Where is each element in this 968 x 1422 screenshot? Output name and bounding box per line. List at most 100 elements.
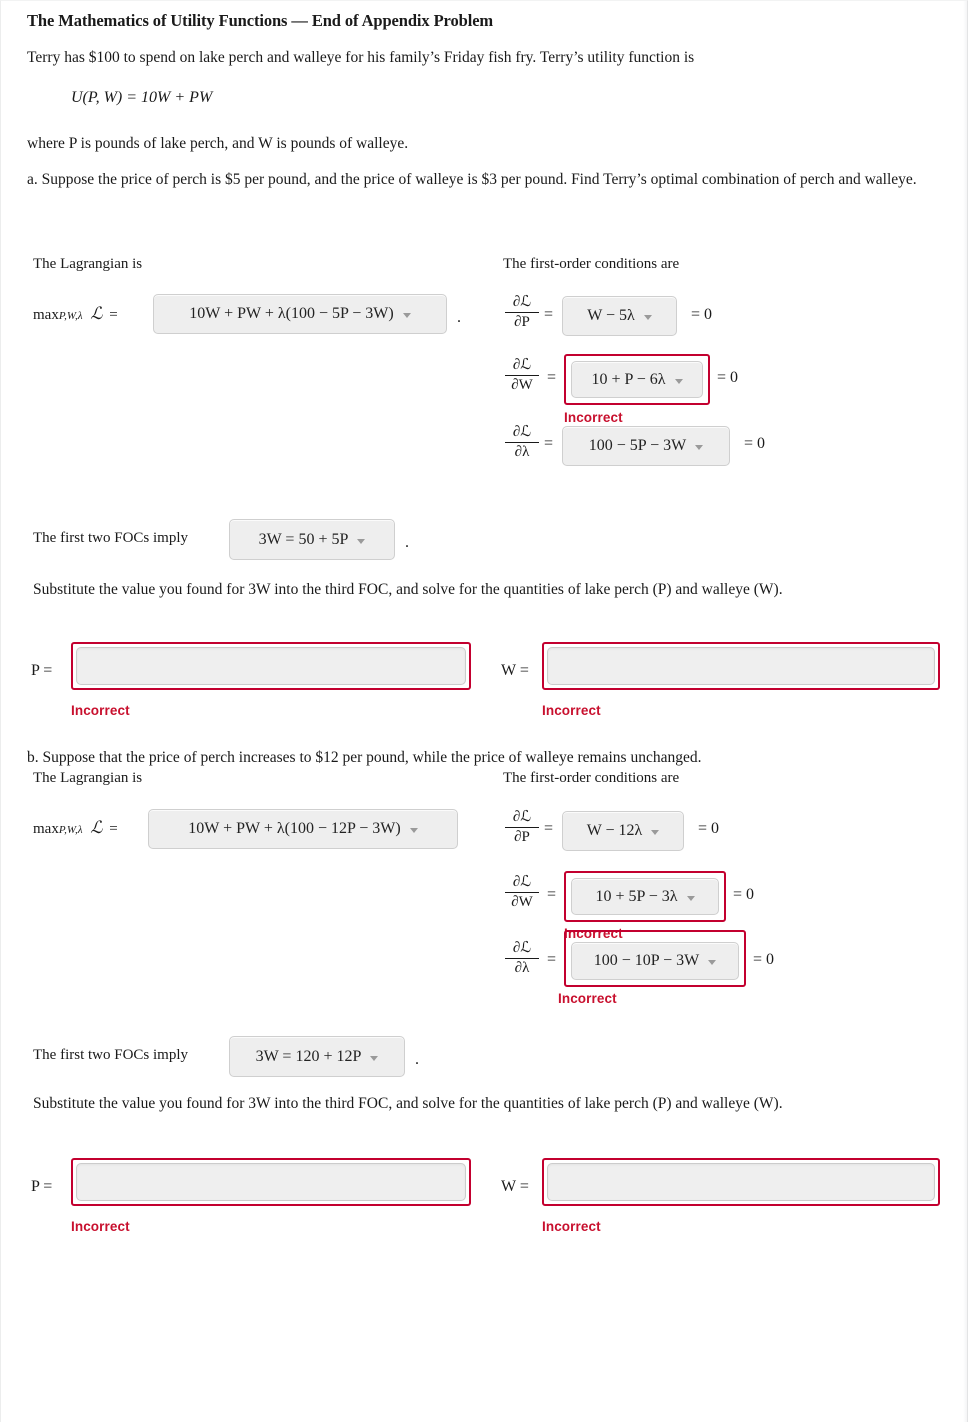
part-a-foc-1-value: W − 5λ (587, 307, 635, 324)
part-b-foc-3-equals: = (547, 951, 557, 968)
intro-paragraph: Terry has $100 to spend on lake perch an… (27, 49, 695, 66)
chevron-down-icon (643, 315, 652, 320)
chevron-down-icon (357, 538, 366, 544)
part-b-foc-3-equals-zero: = 0 (753, 951, 775, 968)
part-a-foc-3-derivative: ∂ℒ ∂λ (501, 425, 543, 460)
part-a-max-expression: maxP,W,λ ℒ = (33, 304, 118, 324)
part-b-prompt: b. Suppose that the price of perch incre… (27, 749, 702, 766)
lagrangian-symbol: ℒ (90, 818, 103, 837)
utility-function-equation: U(P, W) = 10W + PW (71, 89, 213, 106)
equals-sign: = (109, 307, 118, 323)
part-a-foc-3-equals-zero: = 0 (744, 435, 766, 452)
part-a-foc-2-value: 10 + P − 6λ (591, 370, 666, 388)
problem-page: The Mathematics of Utility Functions — E… (0, 0, 968, 1422)
part-a-answer-w-label: W = (501, 662, 529, 679)
fraction-bar (505, 892, 539, 893)
part-a-foc-1-derivative: ∂ℒ ∂P (501, 295, 543, 330)
part-b-foc-3-dropdown[interactable]: 100 − 10P − 3W (571, 942, 739, 980)
part-b-foc-1-denominator: ∂P (514, 829, 530, 845)
part-b-lagrangian-label: The Lagrangian is (33, 770, 143, 786)
part-a-foc-1-equals-zero: = 0 (691, 306, 713, 323)
chevron-down-icon (409, 828, 418, 833)
part-a-foc-1-numerator: ∂ℒ (512, 294, 532, 310)
part-b-foc-3-derivative: ∂ℒ ∂λ (501, 941, 543, 976)
part-b-foc-1-value: W − 12λ (586, 822, 643, 839)
part-a-substitute-instruction: Substitute the value you found for 3W in… (33, 581, 783, 598)
part-b-answer-w-incorrect-label: Incorrect (542, 1219, 601, 1234)
fraction-bar (505, 958, 539, 959)
part-b-answer-p-incorrect-label: Incorrect (71, 1219, 130, 1234)
page-title: The Mathematics of Utility Functions — E… (27, 11, 494, 30)
part-b-foc-2-derivative: ∂ℒ ∂W (501, 875, 543, 910)
part-b-answer-p-input[interactable] (76, 1163, 466, 1201)
part-a-foc-3-equals: = (544, 435, 554, 452)
part-a-foc-2-equals-zero: = 0 (717, 369, 739, 386)
part-b-foc-1-equals: = (544, 820, 554, 837)
part-b-foc-1-dropdown[interactable]: W − 12λ (562, 811, 684, 851)
fraction-bar (505, 827, 539, 828)
part-a-focs-imply-label: The first two FOCs imply (33, 530, 189, 546)
part-a-foc-3-dropdown[interactable]: 100 − 5P − 3W (562, 426, 730, 466)
part-a-lagrangian-label: The Lagrangian is (33, 256, 143, 272)
part-a-foc-2-derivative: ∂ℒ ∂W (501, 358, 543, 393)
part-a-foc-label: The first-order conditions are (503, 256, 680, 272)
chevron-down-icon (402, 313, 411, 318)
chevron-down-icon (695, 445, 704, 450)
part-b-foc-1-numerator: ∂ℒ (512, 809, 532, 825)
chevron-down-icon (651, 830, 660, 835)
part-b-foc-3-value: 100 − 10P − 3W (593, 952, 700, 969)
part-a-foc-2-equals: = (547, 369, 557, 386)
part-a-foc-2-dropdown[interactable]: 10 + P − 6λ (571, 361, 703, 398)
part-a-foc-3-value: 100 − 5P − 3W (588, 437, 687, 454)
part-b-foc-3-denominator: ∂λ (514, 960, 530, 976)
part-a-lagrangian-dropdown[interactable]: 10W + PW + λ(100 − 5P − 3W) (153, 294, 447, 334)
part-a-answer-p-incorrect-label: Incorrect (71, 703, 130, 718)
part-b-foc-3-incorrect-label: Incorrect (558, 991, 617, 1006)
max-subscript: P,W,λ (58, 824, 83, 836)
part-b-focs-imply-dropdown[interactable]: 3W = 120 + 12P (229, 1036, 405, 1077)
part-b-foc-2-incorrect-label: Incorrect (564, 926, 623, 941)
chevron-down-icon (370, 1055, 379, 1061)
part-b-foc-label: The first-order conditions are (503, 770, 680, 786)
part-a-answer-w-incorrect-label: Incorrect (542, 703, 601, 718)
part-a-foc-2-numerator: ∂ℒ (512, 357, 532, 373)
part-a-foc-2-denominator: ∂W (511, 377, 533, 393)
part-a-lagrangian-period: . (457, 309, 461, 326)
part-b-lagrangian-value: 10W + PW + λ(100 − 12P − 3W) (188, 820, 401, 837)
max-operator: max (33, 821, 59, 837)
part-a-lagrangian-value: 10W + PW + λ(100 − 5P − 3W) (189, 305, 394, 322)
part-b-foc-1-derivative: ∂ℒ ∂P (501, 810, 543, 845)
part-b-foc-2-equals: = (547, 886, 557, 903)
chevron-down-icon (686, 895, 695, 901)
max-operator: max (33, 307, 59, 323)
part-a-answer-w-input[interactable] (547, 647, 935, 685)
part-a-foc-1-equals: = (544, 306, 554, 323)
fraction-bar (505, 442, 539, 443)
part-a-foc-1-dropdown[interactable]: W − 5λ (562, 296, 677, 336)
part-a-answer-p-input[interactable] (76, 647, 466, 685)
part-a-foc-1-denominator: ∂P (514, 314, 530, 330)
part-b-max-expression: maxP,W,λ ℒ = (33, 818, 118, 838)
part-b-foc-2-dropdown[interactable]: 10 + 5P − 3λ (571, 878, 719, 915)
part-b-focs-imply-value: 3W = 120 + 12P (255, 1047, 362, 1065)
part-a-foc-2-incorrect-label: Incorrect (564, 410, 623, 425)
part-a-focs-imply-dropdown[interactable]: 3W = 50 + 5P (229, 519, 395, 560)
part-a-focs-imply-period: . (405, 534, 409, 551)
chevron-down-icon (674, 378, 683, 384)
part-b-focs-imply-label: The first two FOCs imply (33, 1047, 189, 1063)
equals-sign: = (109, 821, 118, 837)
part-b-foc-1-equals-zero: = 0 (698, 820, 720, 837)
fraction-bar (505, 312, 539, 313)
part-b-substitute-instruction: Substitute the value you found for 3W in… (33, 1095, 783, 1112)
part-b-focs-imply-period: . (415, 1051, 419, 1068)
part-a-focs-imply-value: 3W = 50 + 5P (258, 530, 349, 548)
part-b-answer-w-label: W = (501, 1178, 529, 1195)
where-paragraph: where P is pounds of lake perch, and W i… (27, 135, 409, 152)
part-b-lagrangian-dropdown[interactable]: 10W + PW + λ(100 − 12P − 3W) (148, 809, 458, 849)
part-b-foc-2-denominator: ∂W (511, 894, 533, 910)
part-a-prompt: a. Suppose the price of perch is $5 per … (27, 171, 917, 188)
part-b-foc-2-value: 10 + 5P − 3λ (595, 887, 678, 905)
part-b-answer-p-label: P = (31, 1178, 53, 1195)
part-a-foc-3-denominator: ∂λ (514, 444, 530, 460)
part-b-answer-w-input[interactable] (547, 1163, 935, 1201)
